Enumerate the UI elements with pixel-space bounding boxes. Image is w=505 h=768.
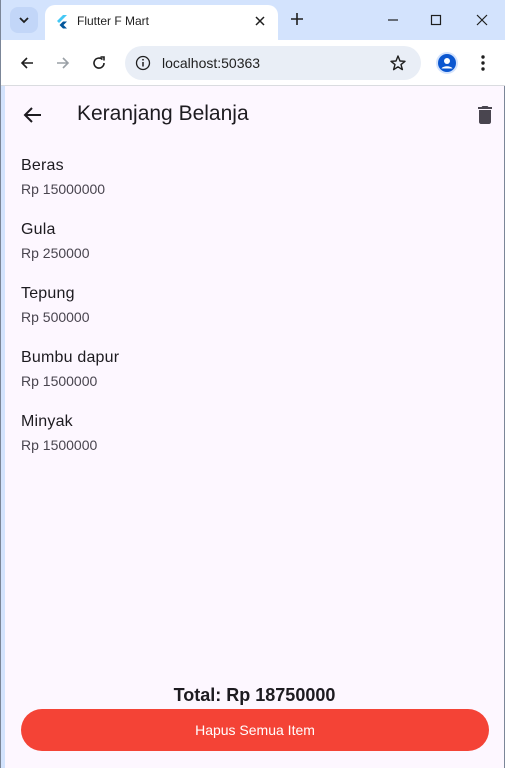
list-item[interactable]: Gula Rp 250000 — [21, 208, 491, 268]
window-close-icon — [476, 14, 488, 26]
list-item[interactable]: Beras Rp 15000000 — [21, 144, 491, 204]
forward-arrow-icon — [55, 55, 71, 71]
plus-icon — [287, 9, 307, 29]
browser-toolbar: localhost:50363 — [1, 40, 505, 86]
forward-button[interactable] — [52, 52, 74, 74]
browser-window: Flutter F Mart localhost:50363 Keranjang… — [0, 0, 505, 768]
item-price: Rp 1500000 — [21, 373, 98, 389]
item-name: Tepung — [21, 285, 75, 302]
list-item[interactable]: Minyak Rp 1500000 — [21, 400, 491, 460]
browser-tab[interactable]: Flutter F Mart — [45, 5, 278, 40]
delete-icon[interactable] — [473, 103, 497, 127]
url-text: localhost:50363 — [162, 55, 261, 71]
reload-button[interactable] — [88, 52, 110, 74]
close-icon[interactable] — [252, 13, 268, 29]
minimize-icon — [387, 14, 399, 26]
back-button[interactable] — [16, 52, 38, 74]
reload-icon — [91, 55, 107, 71]
maximize-icon — [430, 14, 442, 26]
tab-title: Flutter F Mart — [77, 14, 150, 28]
chevron-down-icon — [18, 14, 30, 26]
new-tab-button[interactable] — [287, 9, 307, 29]
page-title: Keranjang Belanja — [77, 102, 249, 125]
minimize-button[interactable] — [381, 8, 405, 32]
star-icon[interactable] — [389, 54, 407, 72]
item-price: Rp 1500000 — [21, 437, 98, 453]
browser-menu-button[interactable] — [473, 52, 493, 74]
clear-all-button[interactable]: Hapus Semua Item — [21, 709, 489, 751]
app-viewport: Keranjang Belanja Beras Rp 15000000 Gula… — [5, 86, 504, 768]
more-vert-icon — [480, 54, 486, 72]
profile-button[interactable] — [436, 52, 458, 74]
window-close-button[interactable] — [470, 8, 494, 32]
profile-icon — [438, 54, 456, 72]
back-arrow-icon — [19, 55, 35, 71]
item-name: Beras — [21, 157, 64, 174]
item-price: Rp 250000 — [21, 245, 90, 261]
arrow-back-icon[interactable] — [21, 103, 45, 127]
tab-strip: Flutter F Mart — [1, 0, 505, 40]
item-name: Minyak — [21, 413, 73, 430]
item-name: Bumbu dapur — [21, 349, 120, 366]
info-icon[interactable] — [135, 55, 151, 71]
flutter-icon — [55, 15, 69, 29]
cart-total: Total: Rp 18750000 — [173, 685, 336, 705]
address-bar[interactable]: localhost:50363 — [125, 46, 421, 80]
item-price: Rp 500000 — [21, 309, 90, 325]
item-price: Rp 15000000 — [21, 181, 106, 197]
tab-search-button[interactable] — [10, 7, 38, 33]
app-bar: Keranjang Belanja — [5, 86, 504, 144]
list-item[interactable]: Tepung Rp 500000 — [21, 272, 491, 332]
item-name: Gula — [21, 221, 56, 238]
maximize-button[interactable] — [424, 8, 448, 32]
list-item[interactable]: Bumbu dapur Rp 1500000 — [21, 336, 491, 396]
